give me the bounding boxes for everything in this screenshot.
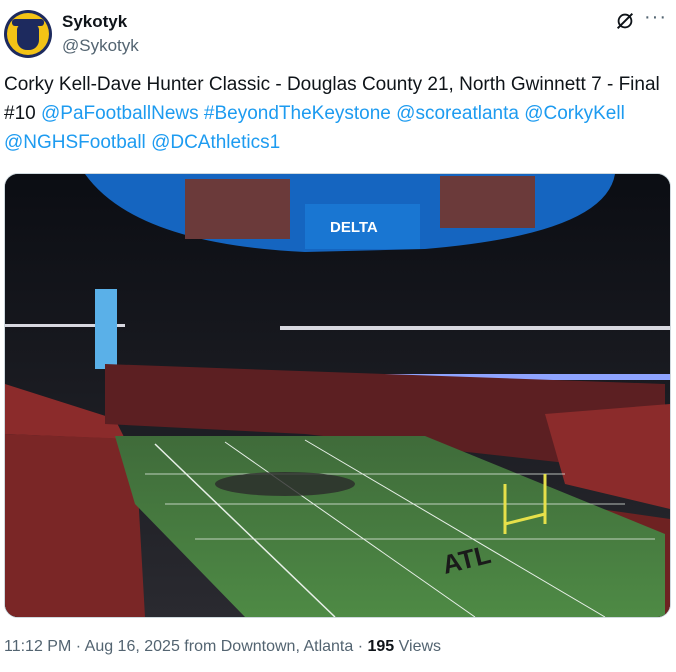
delta-banner: DELTA — [330, 219, 378, 236]
mention-pafootballnews[interactable]: @PaFootballNews — [41, 103, 199, 124]
author-handle[interactable]: @Sykotyk — [62, 36, 139, 56]
grok-icon[interactable] — [614, 10, 636, 32]
tweet-time[interactable]: 11:12 PM — [4, 638, 71, 655]
views-count: 195 — [367, 638, 395, 655]
avatar-face — [17, 24, 39, 50]
stadium-photo: DELTA ATL — [5, 174, 670, 617]
mention-dcathletics1[interactable]: @DCAthletics1 — [151, 132, 280, 153]
hashtag-beyondthekeystone[interactable]: #BeyondTheKeystone — [204, 103, 391, 124]
avatar[interactable] — [4, 10, 52, 58]
tweet-header: Sykotyk @Sykotyk ··· — [4, 7, 672, 60]
tweet-location[interactable]: from Downtown, Atlanta — [184, 638, 353, 655]
tweet-photo[interactable]: DELTA ATL — [4, 173, 671, 618]
tweet-text: Corky Kell-Dave Hunter Classic - Douglas… — [4, 70, 668, 157]
more-icon[interactable]: ··· — [644, 7, 666, 32]
mention-corkykell[interactable]: @CorkyKell — [524, 103, 625, 124]
author-name[interactable]: Sykotyk — [62, 12, 127, 32]
mention-nghsfootball[interactable]: @NGHSFootball — [4, 132, 146, 153]
tweet-meta: 11:12 PM · Aug 16, 2025 from Downtown, A… — [4, 638, 442, 655]
views-label: Views — [398, 638, 442, 655]
mention-scoreatlanta[interactable]: @scoreatlanta — [396, 103, 519, 124]
tweet-date[interactable]: Aug 16, 2025 — [85, 638, 180, 655]
